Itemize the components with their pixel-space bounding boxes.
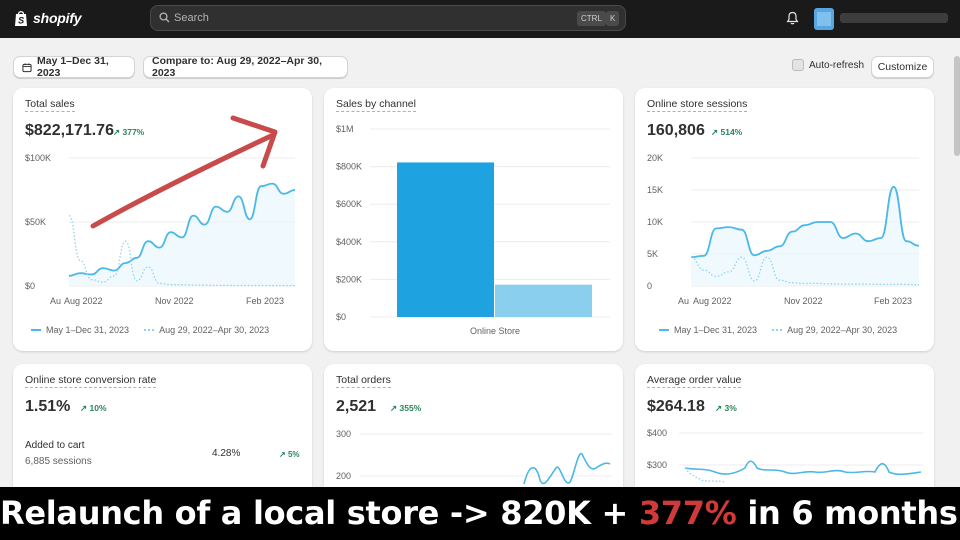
y-tick-label: 20K (647, 153, 663, 163)
y-tick-label: $100K (25, 153, 51, 163)
x-tick-label: Nov 2022 (155, 296, 194, 306)
y-tick-label: $50K (25, 217, 46, 227)
bar-compare-period (495, 284, 592, 317)
search-bar[interactable]: Search CTRL K (150, 5, 626, 31)
x-tick-label: Aug 2022 (64, 296, 103, 306)
funnel-step-sessions: 6,885 sessions (25, 456, 92, 467)
x-tick-label: Feb 2023 (874, 296, 912, 306)
funnel-step-delta-value: 5% (287, 450, 300, 459)
funnel-step-label: Added to cart (25, 440, 85, 451)
y-tick-label: $600K (336, 199, 362, 209)
y-tick-label: 5K (647, 249, 658, 259)
metric-delta-value: 10% (89, 403, 107, 413)
average-order-value-card[interactable]: Average order value $264.18 ↗ 3% $400 $3… (635, 364, 934, 504)
x-tick-label: Aug 2022 (693, 296, 732, 306)
legend-current-label: May 1–Dec 31, 2023 (674, 325, 758, 335)
metric-value: 1.51% (25, 398, 71, 415)
calendar-icon (22, 62, 32, 72)
chart-legend: May 1–Dec 31, 2023 Aug 29, 2022–Apr 30, … (31, 325, 269, 335)
legend-compare-swatch (772, 329, 783, 331)
scrollbar-thumb[interactable] (954, 56, 960, 156)
legend-compare-label: Aug 29, 2022–Apr 30, 2023 (787, 325, 898, 335)
y-tick-label: $0 (336, 312, 346, 322)
sales-by-channel-bar-chart: $1M $800K $600K $400K $200K $0 Online Store (336, 124, 610, 336)
x-tick-label: Nov 2022 (784, 296, 823, 306)
store-avatar[interactable] (814, 8, 834, 30)
funnel-step-rate: 4.28% (212, 448, 241, 459)
y-tick-label: $400K (336, 237, 362, 247)
customize-button[interactable]: Customize (871, 56, 934, 78)
compare-to-button[interactable]: Compare to: Aug 29, 2022–Apr 30, 2023 (143, 55, 348, 79)
orders-series-line (523, 453, 611, 485)
y-tick-label: $400 (647, 428, 667, 438)
y-tick-label: 300 (336, 429, 351, 439)
conversion-rate-card[interactable]: Online store conversion rate 1.51% ↗ 10%… (13, 364, 312, 504)
y-tick-label: 200 (336, 471, 351, 481)
x-tick-label: Au (678, 296, 689, 306)
auto-refresh-label: Auto-refresh (809, 59, 865, 71)
caption-part-2: in 6 months! (736, 494, 960, 532)
compare-to-label: Compare to: Aug 29, 2022–Apr 30, 2023 (152, 55, 322, 79)
date-range-button[interactable]: May 1–Dec 31, 2023 (13, 55, 135, 79)
legend-compare-swatch (144, 329, 155, 331)
caption-part-1: Relaunch of a local store -> 820K + (0, 494, 639, 532)
series-area-fill (691, 186, 919, 286)
total-orders-line-chart: 300 200 (336, 429, 612, 485)
total-sales-card[interactable]: Total sales $822,171.76 ↗ 377% $100K $50K… (13, 88, 312, 351)
y-tick-label: 0 (647, 281, 652, 291)
legend-current-swatch (31, 329, 41, 331)
total-sales-line-chart: $100K $50K $0 Au Aug 2022 Nov 2022 Feb 2023 (25, 115, 296, 306)
video-caption: Relaunch of a local store -> 820K + 377%… (0, 487, 960, 540)
search-icon (159, 12, 170, 23)
aov-series-line (684, 460, 922, 476)
shopify-bag-icon: S (15, 11, 27, 26)
x-tick-label: Au (50, 296, 61, 306)
sales-by-channel-card[interactable]: Sales by channel $1M $800K $600K $400K $200K… (324, 88, 623, 351)
y-tick-label: 10K (647, 217, 663, 227)
x-tick-label: Feb 2023 (246, 296, 284, 306)
auto-refresh-toggle[interactable]: Auto-refresh (792, 59, 864, 71)
top-bar: S shopify Search CTRL K (0, 0, 960, 38)
svg-text:S: S (18, 16, 24, 26)
customize-label: Customize (877, 61, 928, 73)
legend-current-swatch (659, 329, 669, 331)
y-tick-label: $1M (336, 124, 354, 134)
store-name-blurred[interactable] (840, 13, 948, 23)
y-tick-label: $200K (336, 274, 362, 284)
legend-compare-label: Aug 29, 2022–Apr 30, 2023 (159, 325, 270, 335)
y-tick-label: $0 (25, 281, 35, 291)
y-tick-label: $800K (336, 162, 362, 172)
caption-highlight: 377% (638, 494, 737, 532)
date-range-label: May 1–Dec 31, 2023 (36, 55, 109, 79)
chart-legend: May 1–Dec 31, 2023 Aug 29, 2022–Apr 30, … (659, 325, 897, 335)
aov-line-chart: $400 $300 (647, 428, 923, 483)
shortcut-ctrl-key: CTRL (577, 11, 606, 26)
card-title[interactable]: Online store conversion rate (25, 374, 157, 388)
series-area-fill (69, 183, 295, 286)
shopify-logo[interactable]: S shopify (13, 9, 82, 27)
funnel-step-delta: ↗ 5% (279, 450, 300, 459)
search-placeholder: Search (174, 12, 209, 24)
sessions-line-chart: 20K 15K 10K 5K 0 Au Aug 2022 Nov 2022 Feb 2023 (647, 153, 920, 306)
online-store-sessions-card[interactable]: Online store sessions 160,806 ↗ 514% 20K… (635, 88, 934, 351)
y-tick-label: $300 (647, 460, 667, 470)
bar-current-period (397, 162, 494, 317)
notification-bell-icon[interactable] (786, 11, 799, 25)
brand-name: shopify (33, 10, 82, 26)
auto-refresh-checkbox[interactable] (792, 59, 804, 71)
legend-current-label: May 1–Dec 31, 2023 (46, 325, 130, 335)
shortcut-k-key: K (606, 11, 620, 26)
y-tick-label: 15K (647, 185, 663, 195)
total-orders-card[interactable]: Total orders 2,521 ↗ 355% 300 200 (324, 364, 623, 504)
metric-delta: ↗ 10% (80, 403, 107, 413)
x-category-label: Online Store (470, 326, 520, 336)
